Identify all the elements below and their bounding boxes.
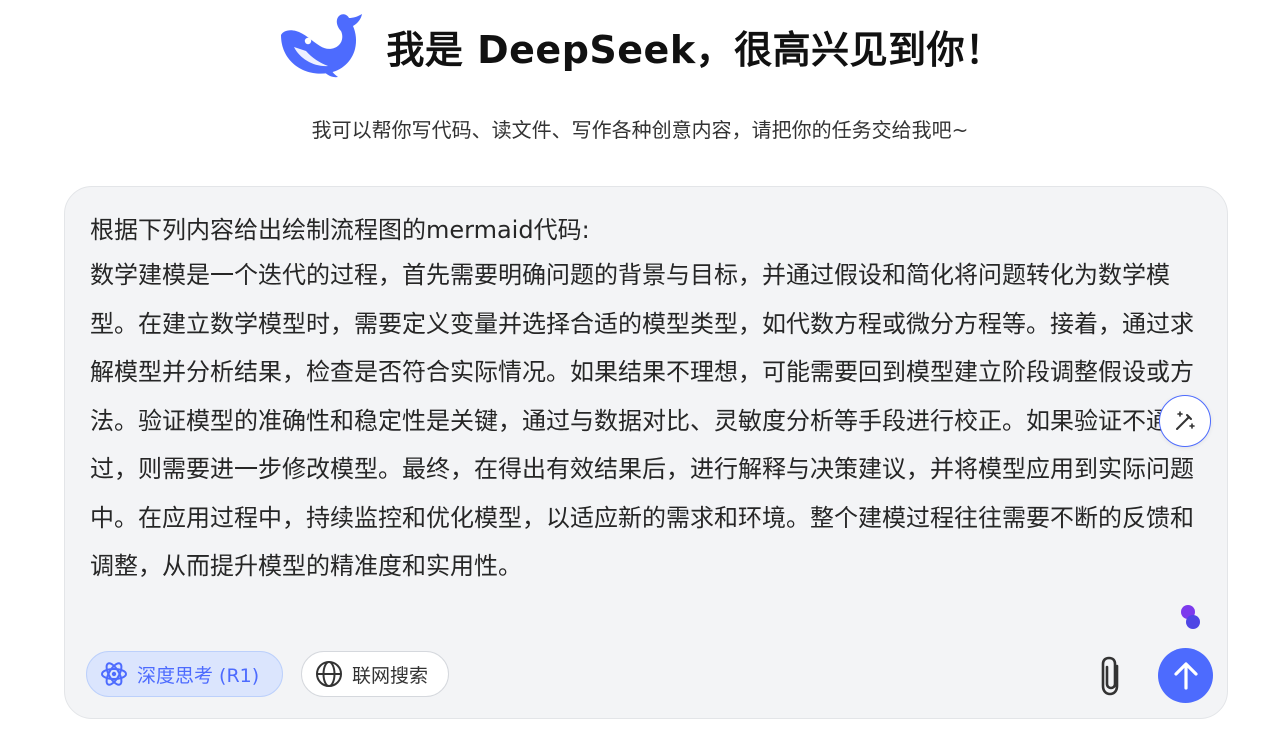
hero-header: 我是 DeepSeek，很高兴见到你！ bbox=[0, 12, 1280, 80]
deepseek-whale-icon bbox=[281, 14, 363, 78]
deep-think-label: 深度思考 (R1) bbox=[137, 664, 260, 687]
attach-file-button[interactable] bbox=[1091, 653, 1133, 699]
deepseek-home: 我是 DeepSeek，很高兴见到你！ 我可以帮你写代码、读文件、写作各种创意内… bbox=[0, 0, 1280, 749]
atom-icon bbox=[101, 662, 127, 686]
message-composer[interactable]: 根据下列内容给出绘制流程图的mermaid代码: 数学建模是一个迭代的过程，首先… bbox=[64, 186, 1228, 719]
page-title: 我是 DeepSeek，很高兴见到你！ bbox=[386, 27, 1004, 72]
magic-pen-button[interactable] bbox=[1159, 395, 1211, 447]
arrow-up-icon bbox=[1173, 661, 1198, 690]
prompt-first-line: 根据下列内容给出绘制流程图的mermaid代码: bbox=[90, 216, 590, 244]
globe-icon bbox=[316, 661, 342, 687]
assistant-status-icon bbox=[1181, 605, 1200, 629]
web-search-label: 联网搜索 bbox=[352, 664, 429, 687]
magic-pen-icon bbox=[1176, 411, 1195, 430]
web-search-toggle[interactable]: 联网搜索 bbox=[301, 651, 449, 697]
prompt-input[interactable]: 根据下列内容给出绘制流程图的mermaid代码: 数学建模是一个迭代的过程，首先… bbox=[90, 209, 1210, 591]
prompt-body: 数学建模是一个迭代的过程，首先需要明确问题的背景与目标，并通过假设和简化将问题转… bbox=[90, 261, 1194, 580]
page-subtitle: 我可以帮你写代码、读文件、写作各种创意内容，请把你的任务交给我吧~ bbox=[311, 118, 969, 142]
deep-think-toggle[interactable]: 深度思考 (R1) bbox=[86, 651, 283, 697]
paperclip-icon bbox=[1101, 656, 1119, 696]
send-button[interactable] bbox=[1158, 648, 1213, 703]
